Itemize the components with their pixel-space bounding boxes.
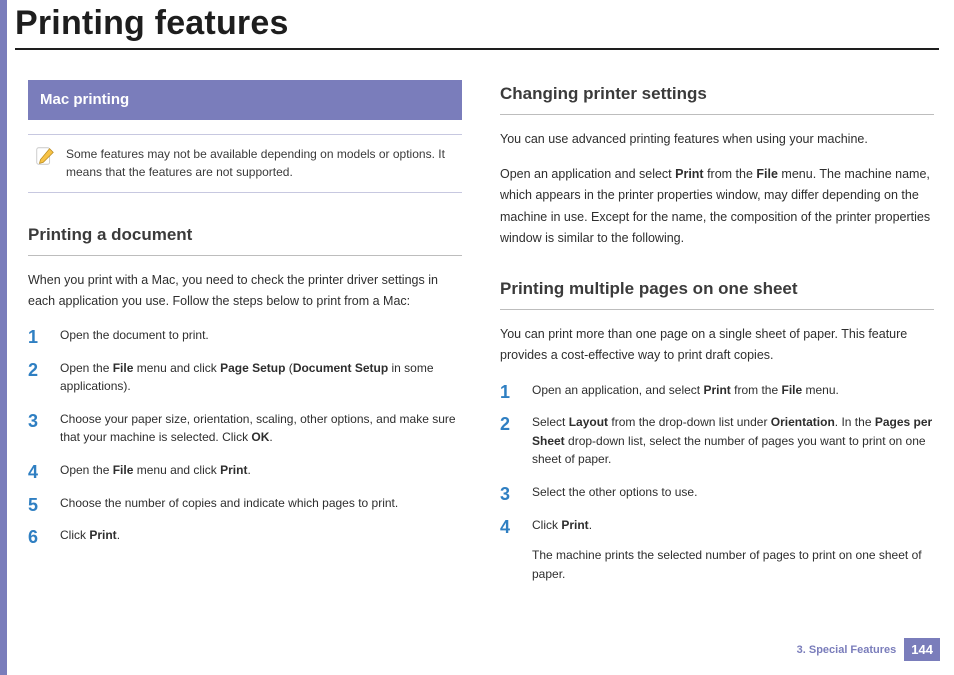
bold: Print (703, 383, 730, 397)
bold: File (781, 383, 802, 397)
step-text: Open an application, and select (532, 383, 703, 397)
step-text: . (247, 463, 250, 477)
paragraph: You can print more than one page on a si… (500, 324, 934, 367)
bold: OK (251, 430, 269, 444)
bold: Layout (569, 415, 608, 429)
note-box: Some features may not be available depen… (28, 134, 462, 193)
step-item: Choose your paper size, orientation, sca… (28, 410, 462, 447)
bold: File (113, 463, 134, 477)
step-item: Select Layout from the drop-down list un… (500, 413, 934, 469)
bold: Print (561, 518, 588, 532)
bold: File (756, 167, 778, 181)
text: Open an application and select (500, 167, 675, 181)
column-left: Mac printing Some features may not be av… (28, 80, 462, 597)
footer-chapter: 3. Special Features (797, 644, 897, 656)
bold: Orientation (771, 415, 835, 429)
step-text: Select (532, 415, 569, 429)
step-text: ( (285, 361, 292, 375)
bold: Print (220, 463, 247, 477)
step-item: Open an application, and select Print fr… (500, 381, 934, 400)
step-after-text: The machine prints the selected number o… (532, 546, 934, 583)
step-item: Choose the number of copies and indicate… (28, 494, 462, 513)
subhead-changing-printer-settings: Changing printer settings (500, 80, 934, 115)
step-text: Click (60, 528, 89, 542)
step-text: from the drop-down list under (608, 415, 771, 429)
left-accent-bar (0, 0, 7, 675)
step-item: Select the other options to use. (500, 483, 934, 502)
step-item: Open the File menu and click Page Setup … (28, 359, 462, 396)
footer-page-number: 144 (904, 638, 940, 661)
column-right: Changing printer settings You can use ad… (500, 80, 934, 597)
bold: Print (675, 167, 703, 181)
steps-printing-a-document: Open the document to print. Open the Fil… (28, 326, 462, 545)
section-banner-mac-printing: Mac printing (28, 80, 462, 120)
step-text: menu and click (133, 361, 220, 375)
step-text: Open the (60, 463, 113, 477)
bold: File (113, 361, 134, 375)
step-text: drop-down list, select the number of pag… (532, 434, 926, 467)
steps-multiple-pages: Open an application, and select Print fr… (500, 381, 934, 584)
page: Printing features Mac printing Some feat… (0, 0, 954, 675)
page-title: Printing features (15, 4, 289, 43)
step-item: Click Print. The machine prints the sele… (500, 516, 934, 584)
paragraph: You can use advanced printing features w… (500, 129, 934, 150)
step-item: Click Print. (28, 526, 462, 545)
columns: Mac printing Some features may not be av… (28, 80, 934, 597)
note-icon (34, 145, 56, 167)
step-text: menu. (802, 383, 839, 397)
step-text: Click (532, 518, 561, 532)
title-rule (15, 48, 939, 50)
step-text: . In the (835, 415, 875, 429)
subhead-printing-a-document: Printing a document (28, 221, 462, 256)
step-text: . (117, 528, 120, 542)
step-text: from the (731, 383, 782, 397)
intro-paragraph: When you print with a Mac, you need to c… (28, 270, 462, 313)
step-text: Open the (60, 361, 113, 375)
bold: Page Setup (220, 361, 285, 375)
step-text: . (269, 430, 272, 444)
subhead-printing-multiple-pages: Printing multiple pages on one sheet (500, 275, 934, 310)
footer: 3. Special Features 144 (797, 638, 940, 661)
text: from the (704, 167, 757, 181)
paragraph: Open an application and select Print fro… (500, 164, 934, 249)
step-text: . (589, 518, 592, 532)
step-item: Open the File menu and click Print. (28, 461, 462, 480)
step-text: menu and click (133, 463, 220, 477)
step-item: Open the document to print. (28, 326, 462, 345)
bold: Print (89, 528, 116, 542)
bold: Document Setup (293, 361, 388, 375)
note-text: Some features may not be available depen… (66, 145, 456, 182)
